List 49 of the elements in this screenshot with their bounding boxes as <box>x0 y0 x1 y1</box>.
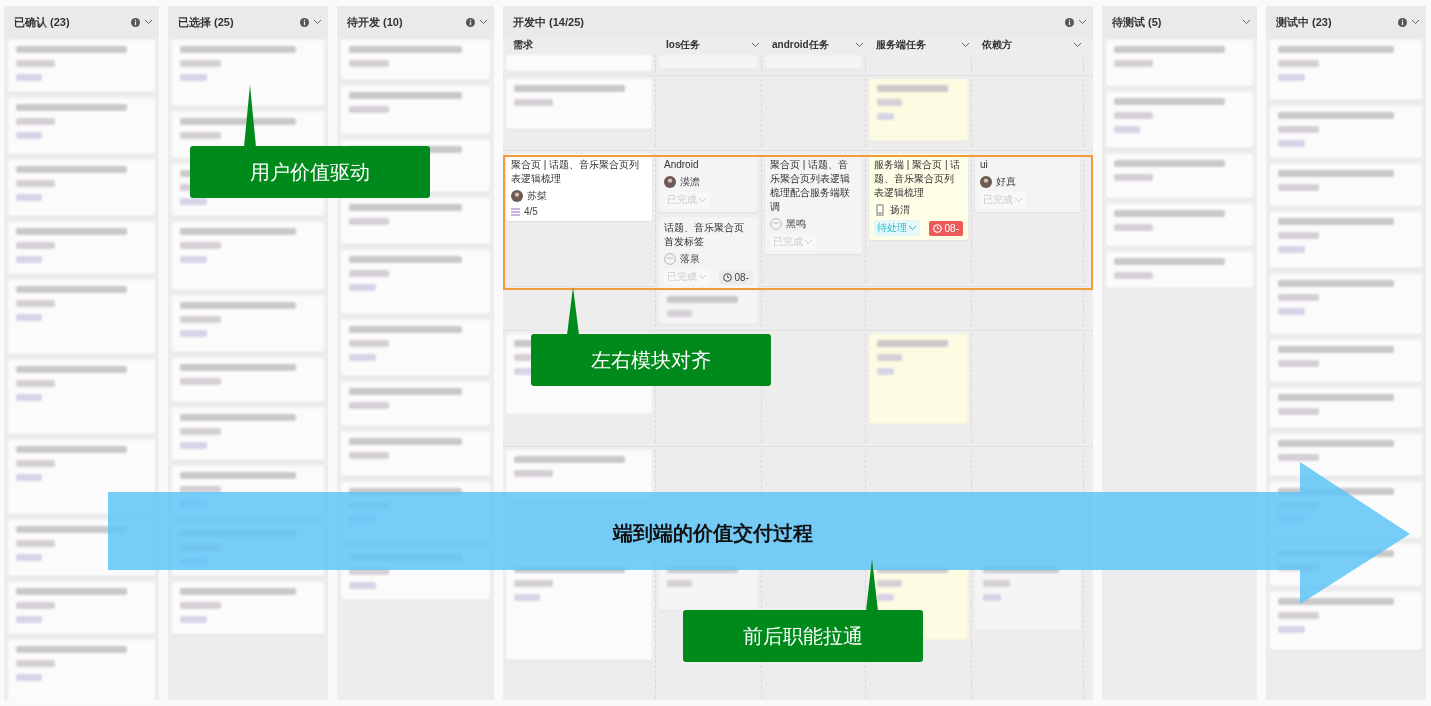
chevron-down-icon[interactable] <box>479 19 488 25</box>
due-date: 08- <box>928 220 963 236</box>
subcolumn-header[interactable]: 需求 <box>513 38 533 52</box>
column-title: 开发中 (14/25) <box>513 14 585 30</box>
clock-icon <box>932 223 942 233</box>
chevron-down-icon[interactable] <box>144 19 153 25</box>
info-icon[interactable] <box>1398 17 1407 27</box>
callout-label: 前后职能拉通 <box>683 610 923 662</box>
assignee-name: 漠澹 <box>680 175 700 189</box>
banner-text: 端到端的价值交付过程 <box>613 521 813 546</box>
info-icon[interactable] <box>1065 17 1074 27</box>
callout-label: 左右模块对齐 <box>531 334 771 386</box>
chevron-down-icon[interactable] <box>313 19 322 25</box>
subcolumn-header[interactable]: android任务 <box>772 38 829 52</box>
assignee-name: 落泉 <box>680 252 700 266</box>
column-title: 测试中 (23) <box>1276 14 1333 30</box>
subtask-count: 4/5 <box>524 206 538 217</box>
subcolumn-header[interactable]: 服务端任务 <box>876 38 926 52</box>
due-date: 08- <box>718 269 753 285</box>
chevron-down-icon[interactable] <box>1073 42 1082 48</box>
clock-icon <box>722 272 732 282</box>
card-title: ui <box>980 158 989 172</box>
task-card[interactable]: 聚合页 | 话题、音乐聚合页列表逻辑梳理 苏桀 4/5 <box>506 154 652 221</box>
list-icon <box>511 207 520 216</box>
assignee-name: 苏桀 <box>527 189 547 203</box>
chevron-down-icon[interactable] <box>1411 19 1420 25</box>
info-icon[interactable] <box>466 17 475 27</box>
assignee-name: 扬渭 <box>890 203 910 217</box>
card-title: 话题、音乐聚合页首发标签 <box>664 221 745 249</box>
info-icon[interactable] <box>300 17 309 27</box>
card-title: 聚合页 | 话题、音乐聚合页列表逻辑梳理配合服务端联调 <box>770 158 851 214</box>
subcolumn-header[interactable]: Ios任务 <box>666 38 701 52</box>
assignee-name: 黑鸣 <box>786 217 806 231</box>
column-title: 待开发 (10) <box>347 14 404 30</box>
callout-label: 用户价值驱动 <box>190 146 430 198</box>
chevron-down-icon[interactable] <box>751 42 760 48</box>
column-title: 已确认 (23) <box>14 14 71 30</box>
info-icon[interactable] <box>131 17 140 27</box>
card-title: 聚合页 | 话题、音乐聚合页列表逻辑梳理 <box>511 158 641 186</box>
column-title: 已选择 (25) <box>178 14 235 30</box>
chevron-down-icon[interactable] <box>961 42 970 48</box>
card-title: 服务端 | 聚合页 | 话题、音乐聚合页列表逻辑梳理 <box>874 158 962 200</box>
chevron-down-icon[interactable] <box>855 42 864 48</box>
subcolumn-header[interactable]: 依赖方 <box>982 38 1012 52</box>
card-title: Android <box>664 158 700 172</box>
chevron-down-icon[interactable] <box>1242 19 1251 25</box>
assignee-name: 好真 <box>996 175 1016 189</box>
column-title: 待测试 (5) <box>1112 14 1163 30</box>
chevron-down-icon[interactable] <box>1078 19 1087 25</box>
